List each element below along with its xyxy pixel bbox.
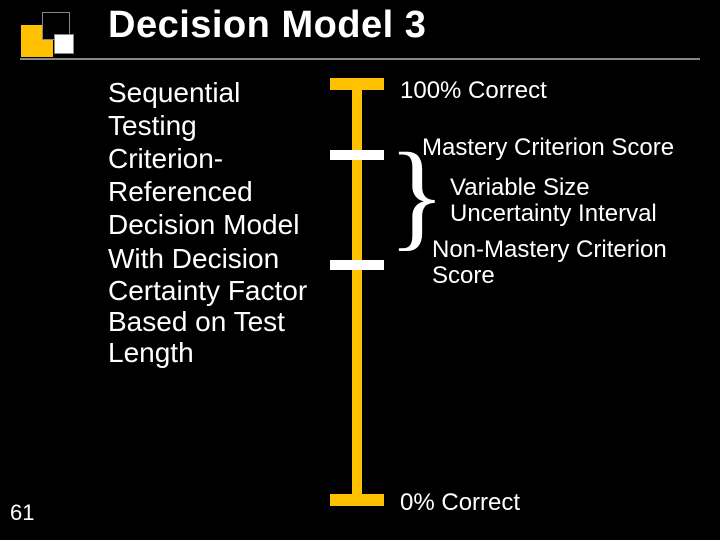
square-icon (54, 34, 74, 54)
percent-scale (330, 78, 380, 506)
title-underline (20, 58, 700, 60)
label-100-correct: 100% Correct (400, 78, 547, 104)
scale-bar (352, 78, 362, 506)
left-text-column: Sequential Testing Criterion-Referenced … (108, 76, 318, 369)
mastery-tick (330, 150, 384, 160)
label-0-correct: 0% Correct (400, 490, 520, 516)
model-name: Sequential Testing Criterion-Referenced … (108, 76, 318, 241)
corner-decoration (20, 12, 100, 58)
scale-cap-bottom (330, 494, 384, 506)
label-mastery-criterion: Mastery Criterion Score (422, 135, 674, 161)
label-variable-interval: Variable Size Uncertainty Interval (450, 175, 700, 228)
model-subtitle: With Decision Certainty Factor Based on … (108, 243, 318, 368)
slide-number: 61 (10, 500, 34, 526)
nonmastery-tick (330, 260, 384, 270)
scale-cap-top (330, 78, 384, 90)
brace-icon: } (388, 150, 446, 240)
slide-title: Decision Model 3 (108, 4, 700, 47)
label-nonmastery-criterion: Non-Mastery Criterion Score (432, 237, 702, 290)
title-wrap: Decision Model 3 (108, 4, 700, 47)
slide: Decision Model 3 Sequential Testing Crit… (0, 0, 720, 540)
